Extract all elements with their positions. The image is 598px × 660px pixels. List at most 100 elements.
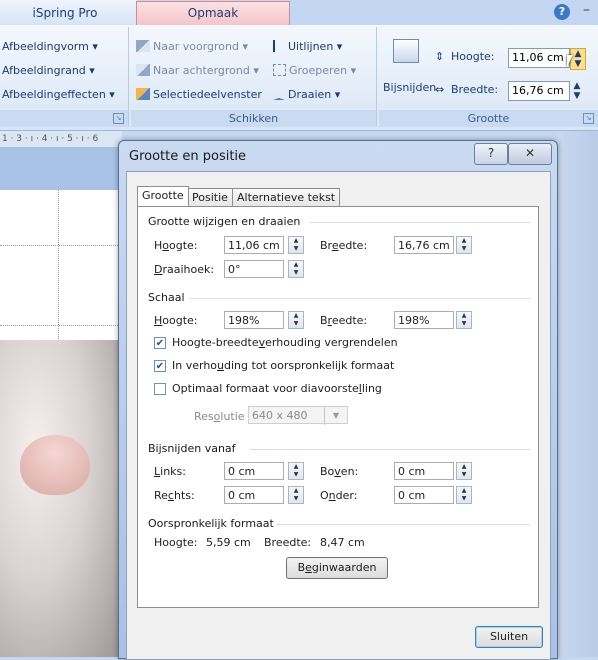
resize-breedte-input[interactable]: 16,76 cm: [394, 236, 454, 254]
orig-hoogte-value: 5,59 cm: [206, 536, 251, 549]
crop-links-spinner[interactable]: ▲ ▼: [288, 462, 304, 480]
best-scale-slideshow-checkbox[interactable]: [154, 383, 166, 395]
crop-rechts-spinner[interactable]: ▲ ▼: [288, 486, 304, 504]
section-divider: [310, 222, 530, 223]
ribbon-hoogte-input[interactable]: 11,06 cm: [508, 48, 570, 68]
send-backward-icon: [136, 64, 150, 76]
resolutie-select[interactable]: 640 x 480 ▼: [248, 406, 348, 425]
afbeeldingrand-button[interactable]: Afbeeldingrand ▾: [2, 64, 95, 77]
crop-rechts-label: Rechts:: [154, 489, 195, 502]
resize-breedte-spinner[interactable]: ▲ ▼: [456, 236, 472, 254]
reset-button[interactable]: Beginwaarden: [286, 557, 388, 579]
resize-hoogte-input[interactable]: 11,06 cm: [224, 236, 284, 254]
group-picture-styles: Afbeeldingvorm ▾ Afbeeldingrand ▾ Afbeel…: [0, 27, 129, 127]
section-divider: [190, 298, 530, 299]
tab-ispring-pro[interactable]: iSpring Pro: [0, 2, 130, 25]
relative-original-label: In verhouding tot oorspronkelijk formaat: [172, 359, 395, 372]
afbeeldingvorm-button[interactable]: Afbeeldingvorm ▾: [2, 40, 98, 53]
dialog-title: Grootte en positie: [129, 149, 247, 164]
group-grootte-label: Grootte: [379, 110, 598, 127]
crop-onder-input[interactable]: 0 cm: [394, 486, 454, 504]
crop-onder-label: Onder:: [320, 489, 358, 502]
orig-breedte-value: 8,47 cm: [320, 536, 365, 549]
schaal-breedte-spinner[interactable]: ▲ ▼: [456, 311, 472, 329]
schaal-hoogte-spinner[interactable]: ▲ ▼: [288, 311, 304, 329]
group-icon: [273, 64, 286, 76]
ribbon: Afbeeldingvorm ▾ Afbeeldingrand ▾ Afbeel…: [0, 25, 598, 131]
crop-rechts-input[interactable]: 0 cm: [224, 486, 284, 504]
slide-photo[interactable]: [0, 340, 120, 657]
best-scale-slideshow-label: Optimaal formaat voor diavoorstelling: [172, 382, 382, 395]
draaihoek-label: Draaihoek:: [154, 263, 215, 276]
section-bijsnijden-heading: Bijsnijden vanaf: [148, 442, 236, 455]
selection-pane-icon: [136, 88, 150, 100]
group-picture-styles-label: [0, 110, 128, 127]
selectiedeelvenster-button[interactable]: Selectiedeelvenster: [136, 88, 262, 101]
egg-shell-image: [20, 435, 90, 495]
lock-aspect-checkbox[interactable]: ✔: [154, 337, 166, 349]
mouse-cursor-icon: [567, 55, 579, 67]
chevron-down-icon: ▼: [324, 407, 347, 425]
naar-achtergrond-button[interactable]: Naar achtergrond ▾: [136, 64, 259, 77]
ribbon-breedte-input[interactable]: 16,76 cm: [508, 81, 570, 101]
slide-canvas[interactable]: [0, 190, 120, 657]
tab-grootte[interactable]: Grootte: [137, 186, 189, 206]
section-orig-heading: Oorspronkelijk formaat: [148, 517, 274, 530]
align-icon: [273, 40, 285, 52]
naar-voorgrond-button[interactable]: Naar voorgrond ▾: [136, 40, 248, 53]
grootte-launcher-icon[interactable]: ↘: [583, 113, 594, 124]
crop-icon[interactable]: [393, 39, 419, 63]
minimize-ribbon-icon[interactable]: –: [583, 2, 590, 18]
crop-boven-input[interactable]: 0 cm: [394, 462, 454, 480]
hoogte-icon: ⇕: [435, 50, 445, 63]
grootte-panel: Grootte wijzigen en draaien Hoogte: 11,0…: [137, 206, 539, 608]
relative-original-checkbox[interactable]: ✔: [154, 360, 166, 372]
crop-boven-label: Boven:: [320, 465, 359, 478]
ribbon-breedte-label: Breedte:: [451, 83, 499, 96]
tab-alternatieve-tekst[interactable]: Alternatieve tekst: [232, 188, 341, 206]
resize-breedte-label: Breedte:: [320, 239, 368, 252]
breedte-icon: ⇔: [435, 83, 445, 96]
lock-aspect-label: Hoogte-breedteverhouding vergrendelen: [172, 336, 398, 349]
help-icon[interactable]: ?: [554, 4, 570, 20]
bijsnijden-button[interactable]: Bijsnijden: [383, 81, 436, 94]
dialog-help-button[interactable]: ?: [474, 143, 508, 165]
draaihoek-spinner[interactable]: ▲ ▼: [288, 260, 304, 278]
uitlijnen-button[interactable]: Uitlijnen ▾: [273, 40, 342, 53]
window-background: [557, 131, 598, 657]
group-grootte: Bijsnijden ⇕ Hoogte: 11,06 cm ▲ ▼ ⇔ Breed…: [379, 27, 598, 127]
crop-boven-spinner[interactable]: ▲ ▼: [456, 462, 472, 480]
resolutie-label: Resolutie: [194, 410, 245, 423]
horizontal-ruler: 1 · 3 · ı · 4 · ı · 5 · ı · 6: [0, 131, 122, 148]
resize-hoogte-spinner[interactable]: ▲ ▼: [288, 236, 304, 254]
tab-opmaak[interactable]: Opmaak: [136, 1, 290, 25]
group-schikken: Naar voorgrond ▾ Naar achtergrond ▾ Sele…: [131, 27, 377, 127]
ribbon-tabbar: iSpring Pro Opmaak ? –: [0, 0, 598, 25]
schaal-hoogte-label: Hoogte:: [154, 314, 198, 327]
crop-links-input[interactable]: 0 cm: [224, 462, 284, 480]
schaal-breedte-input[interactable]: 198%: [394, 311, 454, 329]
crop-onder-spinner[interactable]: ▲ ▼: [456, 486, 472, 504]
dialog-close-button[interactable]: ✕: [508, 143, 552, 165]
section-schaal-heading: Schaal: [148, 291, 185, 304]
crop-links-label: Links:: [154, 465, 186, 478]
draaihoek-input[interactable]: 0°: [224, 260, 284, 278]
ribbon-breedte-spinner[interactable]: ▲ ▼: [570, 81, 584, 101]
draaien-button[interactable]: Draaien ▾: [273, 88, 340, 101]
sluiten-button[interactable]: Sluiten: [475, 626, 543, 648]
afbeeldingeffecten-button[interactable]: Afbeeldingeffecten ▾: [2, 88, 115, 101]
groeperen-button[interactable]: Groeperen ▾: [273, 64, 356, 77]
dialog-client: Grootte Positie Alternatieve tekst Groot…: [126, 171, 551, 660]
group-schikken-label: Schikken: [131, 110, 376, 127]
guide-horizontal-1: [0, 245, 120, 246]
tab-positie[interactable]: Positie: [187, 188, 233, 206]
rotate-icon: [273, 92, 285, 100]
orig-breedte-label: Breedte:: [264, 536, 312, 549]
size-position-dialog: Grootte en positie ? ✕ Grootte Positie A…: [118, 140, 558, 660]
section-divider: [276, 524, 530, 525]
ribbon-hoogte-label: Hoogte:: [451, 50, 495, 63]
schaal-hoogte-input[interactable]: 198%: [224, 311, 284, 329]
section-divider: [250, 449, 530, 450]
dialog-launcher-icon[interactable]: ↘: [113, 113, 124, 124]
schaal-breedte-label: Breedte:: [320, 314, 368, 327]
